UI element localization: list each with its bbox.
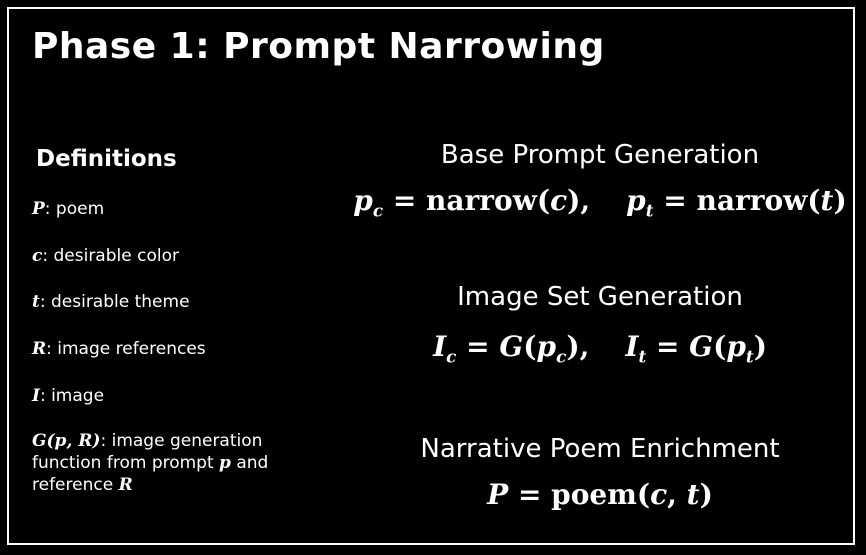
definition-references: R: image references bbox=[32, 338, 206, 360]
section-heading-base-prompt: Base Prompt Generation bbox=[440, 140, 760, 170]
definitions-heading: Definitions bbox=[36, 146, 177, 172]
definition-symbol: P bbox=[32, 199, 45, 219]
equation-image-set: Ic = G(pc), It = G(pt) bbox=[433, 330, 767, 367]
definition-symbol: R bbox=[118, 475, 133, 495]
section-heading-narrative-poem: Narrative Poem Enrichment bbox=[420, 434, 780, 464]
definition-color: c: desirable color bbox=[32, 245, 179, 267]
definition-text: : image references bbox=[46, 339, 206, 359]
definition-generation-function: G(p, R): image generation function from … bbox=[32, 430, 302, 496]
definition-text: : image bbox=[39, 386, 105, 406]
definition-symbol: t bbox=[32, 292, 40, 312]
definition-text: : poem bbox=[44, 199, 105, 219]
definition-text: : desirable theme bbox=[39, 292, 190, 312]
slide-title: Phase 1: Prompt Narrowing bbox=[32, 26, 605, 67]
definition-symbol: G(p, R) bbox=[32, 431, 101, 451]
definition-text: : desirable color bbox=[42, 246, 179, 266]
equation-base-prompt: pc = narrow(c), pt = narrow(t) bbox=[353, 184, 847, 221]
section-heading-image-set: Image Set Generation bbox=[457, 282, 743, 312]
definition-theme: t: desirable theme bbox=[32, 291, 190, 313]
definition-poem: P: poem bbox=[32, 198, 104, 220]
definition-symbol: p bbox=[219, 453, 231, 473]
definition-symbol: R bbox=[32, 339, 47, 359]
equation-narrative-poem: P = poem(c, t) bbox=[487, 478, 713, 511]
definition-symbol: c bbox=[32, 246, 43, 266]
definition-image: I: image bbox=[32, 385, 104, 407]
definition-symbol: I bbox=[32, 386, 40, 406]
